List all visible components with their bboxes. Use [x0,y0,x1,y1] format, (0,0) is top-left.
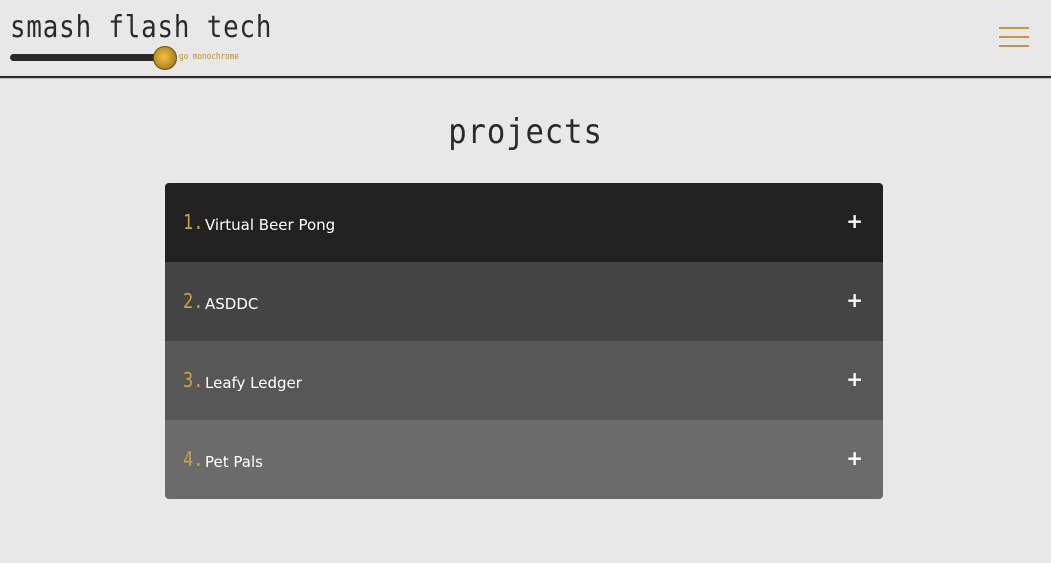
item-label: ASDDC [205,295,259,313]
expand-plus-icon[interactable]: + [846,288,863,312]
accordion-item-1[interactable]: 1. Virtual Beer Pong + [165,183,883,262]
expand-plus-icon[interactable]: + [846,209,863,233]
toggle-track[interactable] [10,54,170,61]
page-title: projects [448,112,603,152]
brand: smash flash tech go monochrome [10,12,315,70]
expand-plus-icon[interactable]: + [846,367,863,391]
menu-line [999,45,1029,47]
toggle-label[interactable]: go monochrome [179,52,239,62]
monochrome-toggle[interactable]: go monochrome [10,46,270,70]
item-number: 3. [183,368,204,392]
hamburger-menu-icon[interactable] [999,27,1029,49]
item-label: Virtual Beer Pong [205,216,336,234]
site-title[interactable]: smash flash tech [10,12,272,44]
menu-line [999,27,1029,29]
expand-plus-icon[interactable]: + [846,446,863,470]
accordion-item-3[interactable]: 3. Leafy Ledger + [165,341,883,420]
accordion-item-4[interactable]: 4. Pet Pals + [165,420,883,499]
item-label: Pet Pals [205,453,263,471]
projects-accordion: 1. Virtual Beer Pong + 2. ASDDC + 3. Lea… [165,183,883,499]
item-number: 1. [183,210,204,234]
site-header: smash flash tech go monochrome [0,0,1051,78]
accordion-item-2[interactable]: 2. ASDDC + [165,262,883,341]
toggle-knob[interactable] [153,46,177,70]
menu-line [999,36,1029,38]
item-number: 2. [183,289,204,313]
item-label: Leafy Ledger [205,374,302,392]
item-number: 4. [183,447,204,471]
